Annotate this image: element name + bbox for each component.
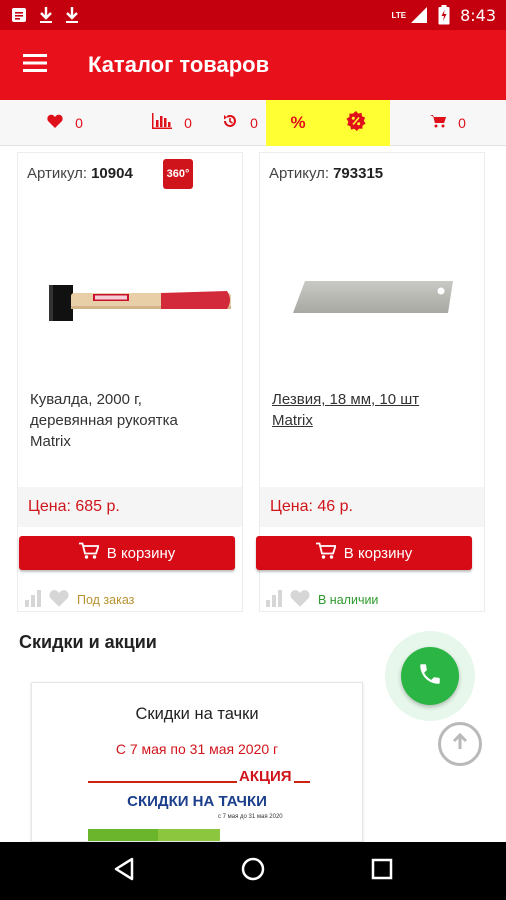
history-count: 0 [250, 114, 258, 131]
compare-button[interactable]: 0 [130, 100, 214, 146]
product-availability: В наличии [264, 588, 378, 611]
promo-discount-strip [88, 829, 158, 841]
recents-icon [371, 858, 393, 885]
add-to-cart-button[interactable]: В корзину [256, 536, 472, 570]
view-360-icon[interactable]: 360° [163, 159, 193, 189]
add-to-cart-label: В корзину [106, 544, 176, 562]
promo-banner-dates: с 7 мая до 31 мая 2020 [218, 814, 283, 820]
promo-dates: С 7 мая по 31 мая 2020 г [115, 741, 279, 757]
promo-card[interactable]: Скидки на тачки С 7 мая по 31 мая 2020 г… [31, 682, 363, 842]
cart-icon [430, 114, 447, 131]
signal-icon [410, 6, 428, 24]
product-image[interactable] [18, 203, 244, 403]
favorites-button[interactable]: 0 [0, 100, 130, 146]
heart-icon [47, 114, 63, 131]
cart-icon [315, 542, 337, 564]
call-button[interactable] [401, 647, 459, 705]
availability-label: Под заказ [77, 592, 135, 607]
product-name[interactable]: Кувалда, 2000 г, деревянная рукоятка Mat… [30, 389, 235, 452]
promo-discount-strip [158, 829, 220, 841]
call-button-halo [385, 631, 475, 721]
app-toolbar: Каталог товаров [0, 30, 506, 100]
compare-chart-icon[interactable] [264, 588, 286, 611]
availability-label: В наличии [318, 592, 379, 607]
add-to-cart-label: В корзину [343, 544, 413, 562]
battery-icon [438, 5, 450, 25]
page-title: Каталог товаров [88, 52, 270, 77]
product-sku: Артикул: 10904 [27, 165, 133, 182]
home-button[interactable] [233, 851, 273, 891]
history-icon [222, 113, 238, 132]
sku-value: 793315 [333, 165, 384, 182]
status-bar: LTE 8:43 [0, 0, 506, 30]
sku-label: Артикул: [269, 165, 330, 182]
home-icon [240, 856, 266, 887]
compare-count: 0 [184, 114, 192, 131]
phone-icon [417, 661, 443, 692]
scroll-top-button[interactable] [438, 722, 482, 766]
cart-count: 0 [458, 114, 466, 131]
heart-icon[interactable] [49, 589, 69, 610]
favorites-count: 0 [75, 114, 83, 131]
promo-banner-text: СКИДКИ НА ТАЧКИ [127, 793, 267, 810]
add-to-cart-button[interactable]: В корзину [19, 536, 235, 570]
discounts-button[interactable]: % [266, 99, 390, 146]
action-strip: 0 0 0 % 0 [0, 99, 506, 146]
product-price: Цена: 46 р. [260, 487, 484, 527]
recents-button[interactable] [362, 851, 402, 891]
sku-label: Артикул: [27, 165, 88, 182]
system-nav-bar [0, 842, 506, 900]
section-title: Скидки и акции [19, 632, 157, 652]
cart-button[interactable]: 0 [390, 100, 506, 146]
download-icon [64, 6, 80, 24]
promo-title: Скидки на тачки [135, 705, 259, 723]
menu-icon [23, 53, 47, 77]
heart-icon[interactable] [290, 589, 310, 610]
arrow-up-icon [450, 732, 470, 757]
product-price: Цена: 685 р. [18, 487, 242, 527]
promo-tag: АКЦИЯ [237, 768, 294, 785]
network-type: LTE [391, 11, 407, 20]
product-sku: Артикул: 793315 [269, 165, 383, 182]
download-icon [38, 6, 54, 24]
sku-value: 10904 [91, 165, 133, 182]
clock: 8:43 [460, 5, 496, 25]
product-availability: Под заказ [23, 588, 134, 611]
cart-icon [78, 542, 100, 564]
back-button[interactable] [104, 851, 144, 891]
compare-chart-icon [152, 113, 173, 132]
compare-chart-icon[interactable] [23, 588, 45, 611]
history-button[interactable]: 0 [214, 100, 266, 146]
percent-icon: % [290, 112, 306, 132]
discount-badge-icon [345, 111, 366, 134]
notification-note-icon [10, 6, 28, 24]
product-name[interactable]: Лезвия, 18 мм, 10 шт Matrix [272, 389, 477, 431]
menu-button[interactable] [0, 30, 70, 100]
product-image[interactable] [260, 203, 486, 403]
back-icon [113, 857, 135, 886]
